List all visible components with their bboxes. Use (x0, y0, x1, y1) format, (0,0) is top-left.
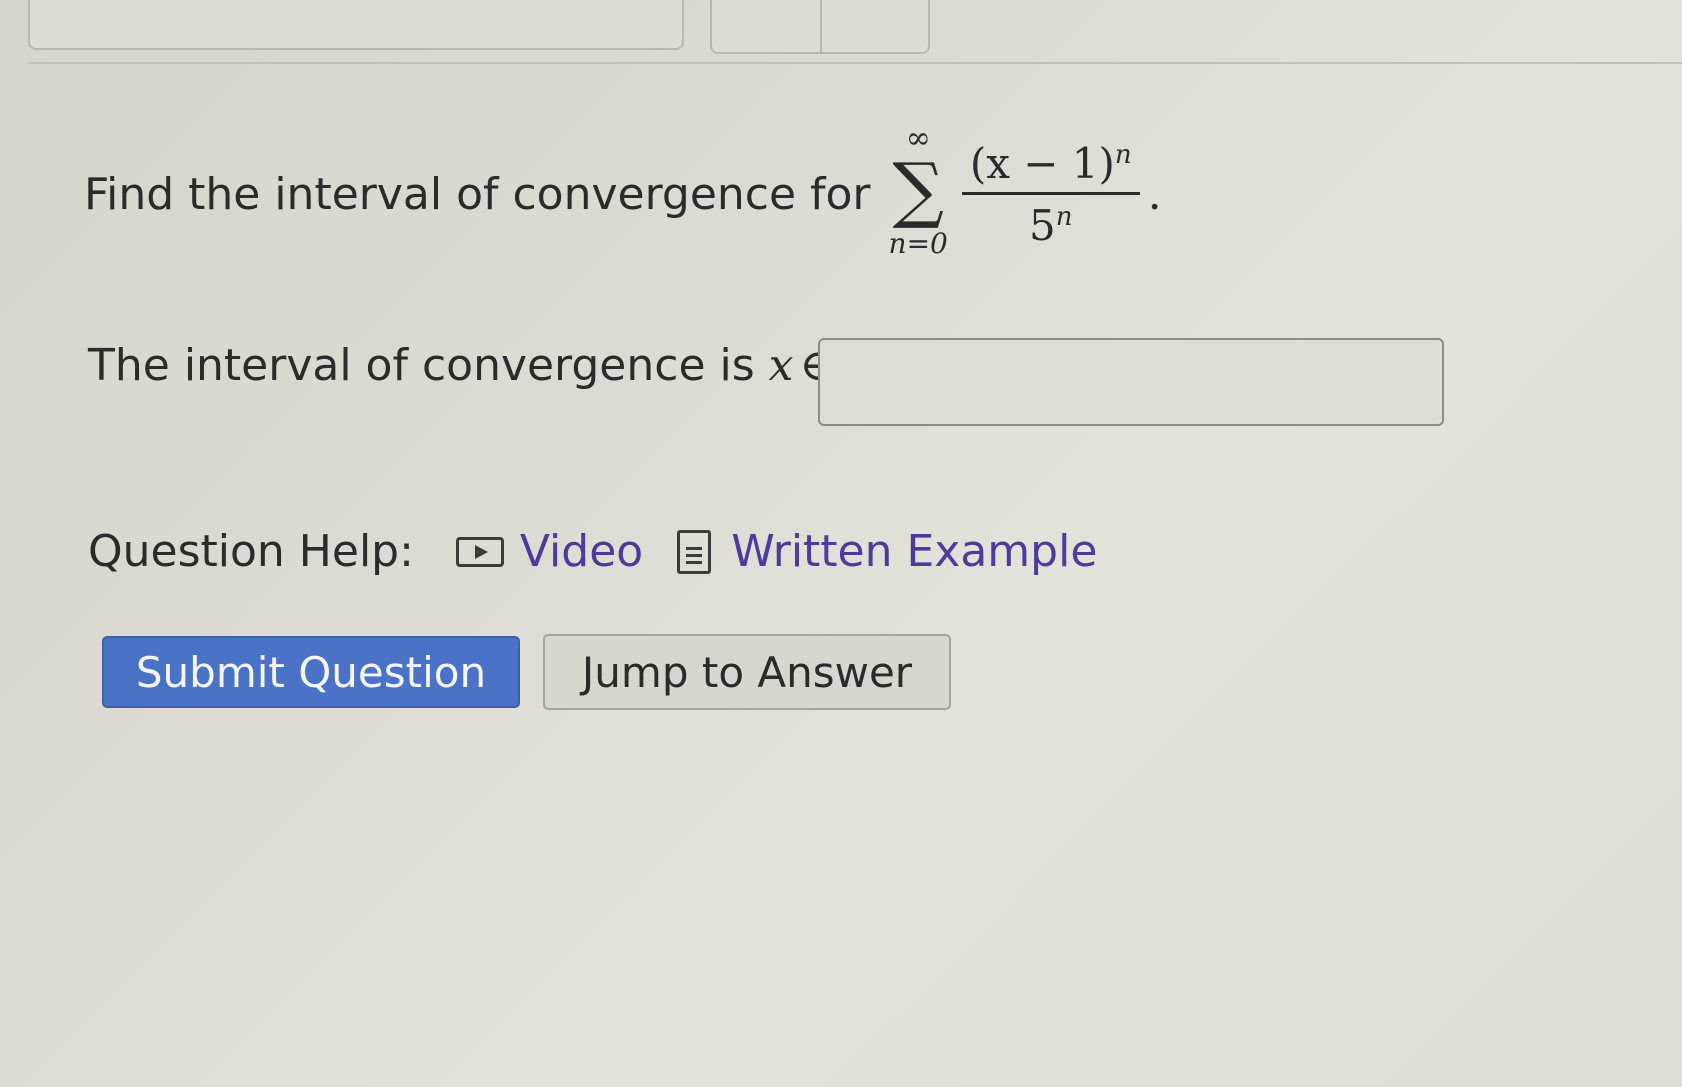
video-link[interactable]: Video (455, 526, 644, 577)
fraction: (x − 1)n 5n (961, 138, 1140, 250)
denominator-base: 5 (1029, 200, 1056, 250)
answer-row: The interval of convergence is x ∈ (88, 340, 832, 391)
fraction-numerator: (x − 1)n (961, 138, 1140, 195)
summation: ∞ ∑ n=0 (889, 124, 948, 264)
pager-divider (820, 0, 822, 52)
video-link-label: Video (519, 526, 644, 577)
denominator-exponent: n (1055, 201, 1073, 232)
written-example-link[interactable]: Written Example (677, 526, 1097, 577)
question-help: Question Help: Video Written Example (88, 526, 1131, 577)
submit-question-button[interactable]: Submit Question (102, 636, 520, 708)
question-period: . (1147, 168, 1162, 220)
header-divider (28, 62, 1682, 64)
answer-label: The interval of convergence is (88, 340, 755, 391)
numerator-exponent: n (1114, 139, 1132, 170)
jump-to-answer-button[interactable]: Jump to Answer (543, 634, 951, 710)
video-play-icon (455, 536, 504, 567)
written-example-label: Written Example (731, 526, 1098, 577)
fraction-denominator: 5n (1029, 195, 1072, 250)
sum-symbol: ∑ (892, 147, 944, 231)
sum-lower-limit: n=0 (888, 227, 948, 260)
help-label: Question Help: (88, 526, 414, 577)
question-text: Find the interval of convergence for ∞ ∑… (84, 124, 1162, 264)
question-pager[interactable] (710, 0, 930, 54)
question-prompt: Find the interval of convergence for (84, 168, 871, 220)
document-icon (677, 529, 712, 574)
answer-input[interactable] (818, 338, 1444, 426)
question-nav-box[interactable] (28, 0, 684, 50)
numerator-base: (x − 1) (969, 138, 1115, 188)
answer-variable: x (768, 340, 794, 391)
